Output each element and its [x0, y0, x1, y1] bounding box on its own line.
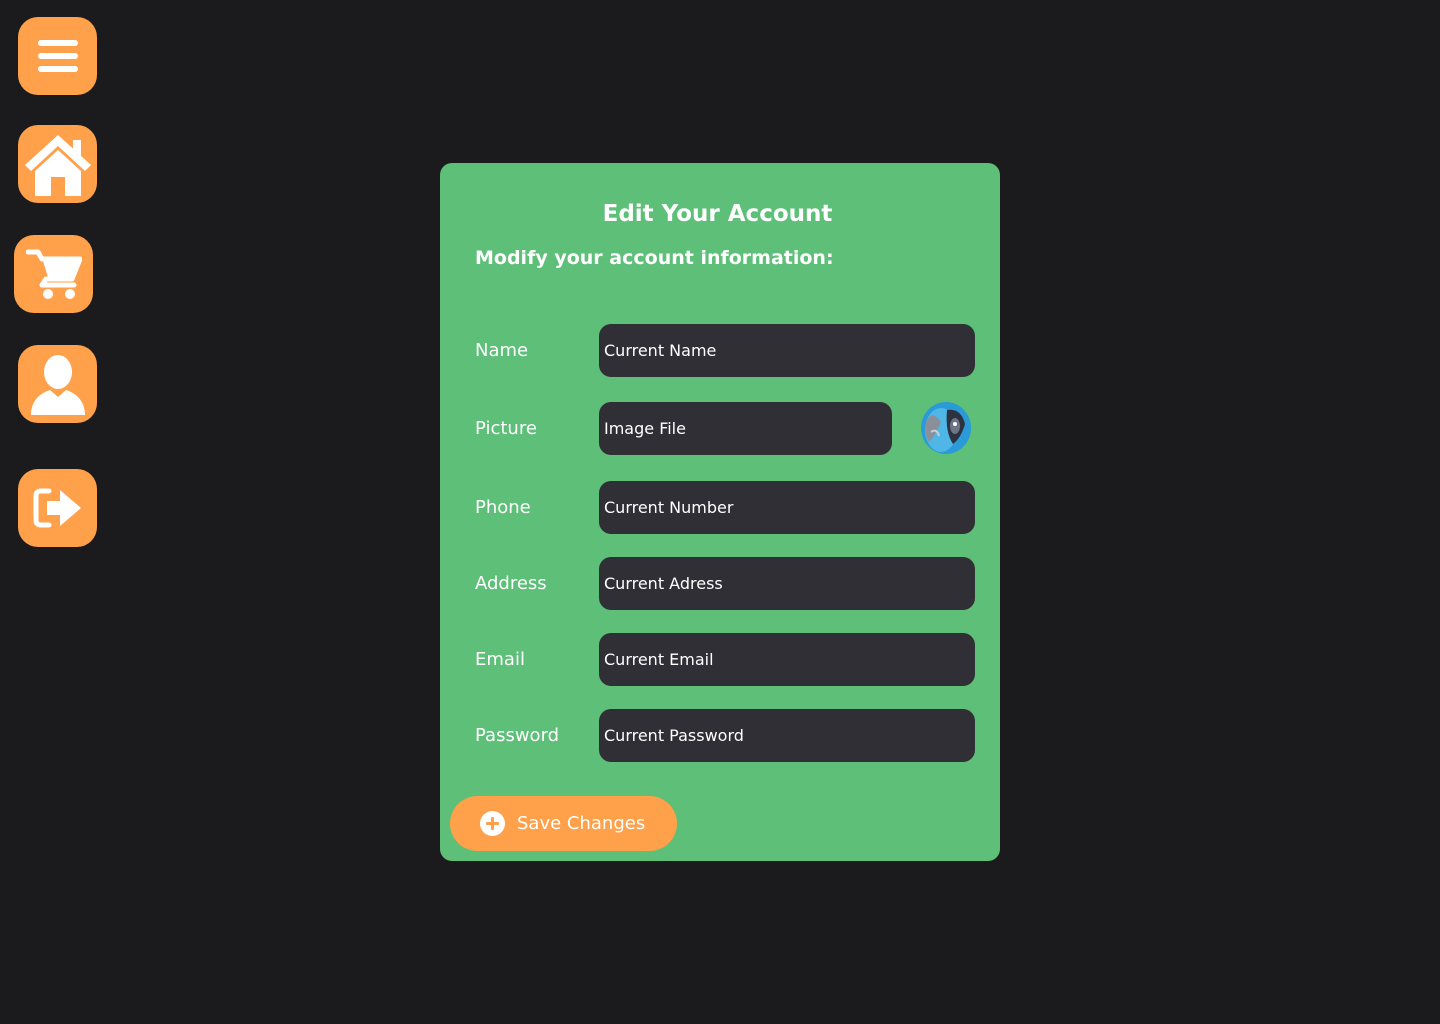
name-input[interactable] — [599, 324, 975, 377]
logout-button[interactable] — [18, 469, 97, 547]
menu-button[interactable] — [18, 17, 97, 95]
phone-label: Phone — [475, 497, 531, 518]
home-button[interactable] — [18, 125, 97, 203]
email-label: Email — [475, 649, 525, 670]
email-input[interactable] — [599, 633, 975, 686]
home-icon — [24, 135, 91, 196]
save-changes-button[interactable]: Save Changes — [450, 796, 677, 851]
profile-picture-image — [921, 402, 971, 454]
edit-account-card: Edit Your Account Modify your account in… — [440, 163, 1000, 861]
save-changes-label: Save Changes — [517, 813, 646, 834]
password-input[interactable] — [599, 709, 975, 762]
address-input[interactable] — [599, 557, 975, 610]
form-subtitle: Modify your account information: — [475, 247, 834, 269]
picture-label: Picture — [475, 418, 537, 439]
shopping-cart-icon — [25, 249, 82, 299]
phone-input[interactable] — [599, 481, 975, 534]
profile-button[interactable] — [18, 345, 97, 423]
cart-button[interactable] — [14, 235, 93, 313]
password-label: Password — [475, 725, 560, 746]
hamburger-menu-icon — [37, 40, 78, 72]
address-label: Address — [475, 573, 547, 594]
plus-circle-icon — [480, 811, 505, 836]
name-label: Name — [475, 340, 529, 361]
user-icon — [30, 355, 85, 415]
picture-file-input[interactable] — [599, 402, 892, 455]
page-title: Edit Your Account — [602, 201, 833, 227]
avatar[interactable] — [921, 402, 971, 454]
logout-icon — [33, 488, 81, 528]
